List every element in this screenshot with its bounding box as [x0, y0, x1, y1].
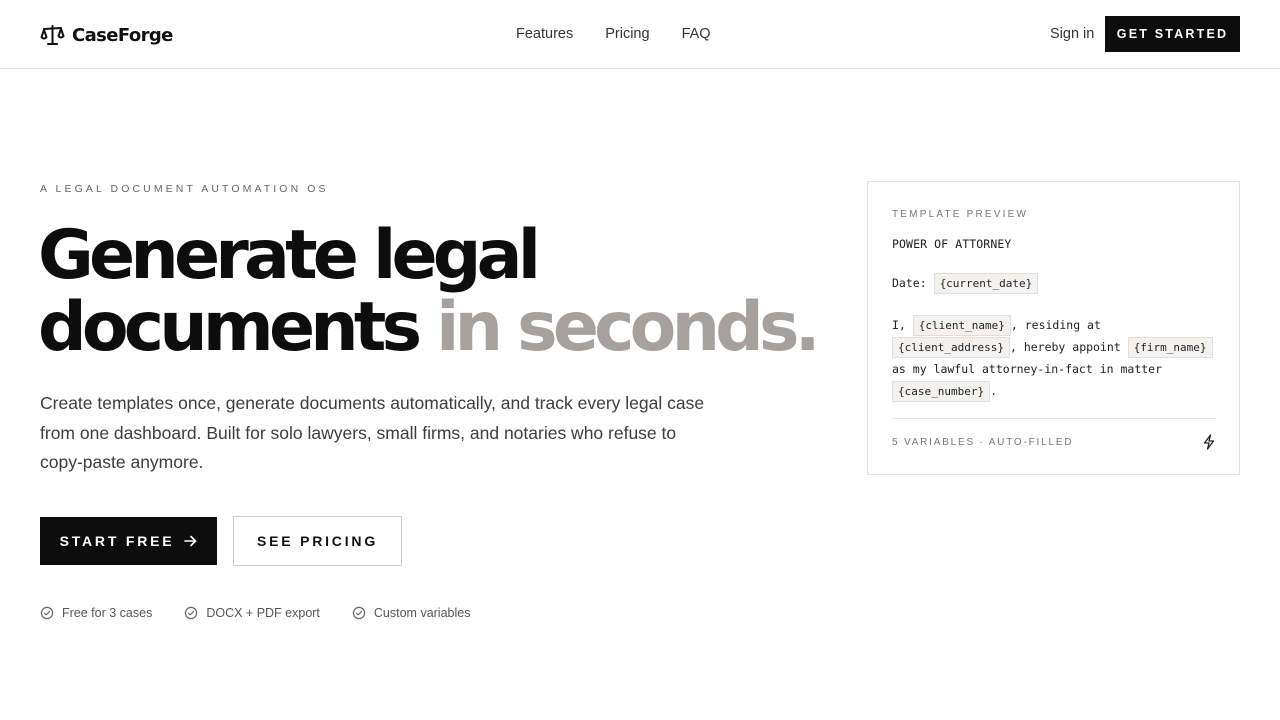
document-body: I, {client_name}, residing at {client_ad… [892, 314, 1222, 402]
hero-headline: Generate legal documents in seconds. [38, 220, 821, 367]
start-free-label: START FREE [59, 533, 175, 549]
body-text: . [990, 384, 998, 398]
body-text: , hereby appoint [1009, 340, 1121, 354]
sign-in-link[interactable]: Sign in [1050, 25, 1094, 43]
variable-chip-client-name: {client_name} [912, 315, 1011, 336]
feature-label: DOCX + PDF export [206, 606, 320, 620]
body-text: I, [892, 318, 906, 332]
feature-item: Free for 3 cases [40, 606, 152, 620]
variable-chip-current-date: {current_date} [933, 273, 1039, 294]
template-preview-card: TEMPLATE PREVIEW POWER OF ATTORNEY Date:… [867, 181, 1240, 475]
site-header: CaseForge Features Pricing FAQ Sign in G… [0, 0, 1280, 69]
nav-link-pricing[interactable]: Pricing [605, 25, 649, 43]
start-free-button[interactable]: START FREE [40, 517, 217, 565]
headline-line-2-muted: in seconds. [436, 288, 820, 367]
preview-label: TEMPLATE PREVIEW [892, 209, 1029, 220]
headline-line-1: Generate legal [38, 216, 541, 295]
hero-subtitle: Create templates once, generate document… [40, 393, 705, 472]
body-text: , residing at [1010, 318, 1101, 332]
check-circle-icon [352, 606, 366, 620]
see-pricing-button[interactable]: SEE PRICING [233, 516, 402, 566]
date-label: Date: [892, 276, 927, 290]
hero-eyebrow: A LEGAL DOCUMENT AUTOMATION OS [40, 183, 329, 195]
feature-label: Custom variables [373, 606, 471, 620]
body-text: as my lawful attorney-in-fact in matter [892, 362, 1163, 376]
preview-footer: 5 VARIABLES · AUTO-FILLED [892, 437, 1074, 448]
brand-logo[interactable]: CaseForge [40, 22, 173, 48]
variable-chip-client-address: {client_address} [892, 337, 1010, 358]
feature-label: Free for 3 cases [62, 606, 153, 620]
feature-list: Free for 3 cases DOCX + PDF export Custo… [40, 606, 470, 620]
check-circle-icon [185, 606, 198, 620]
arrow-right-icon [184, 535, 197, 547]
card-divider [892, 418, 1216, 419]
nav-link-features[interactable]: Features [516, 25, 573, 43]
feature-item: Custom variables [352, 606, 471, 620]
variable-chip-firm-name: {firm_name} [1127, 337, 1213, 358]
lightning-bolt-icon [1203, 434, 1215, 450]
feature-item: DOCX + PDF export [184, 606, 320, 620]
main-nav: Features Pricing FAQ [516, 25, 711, 43]
get-started-button[interactable]: GET STARTED [1105, 16, 1240, 52]
brand-name: CaseForge [72, 24, 173, 46]
nav-link-faq[interactable]: FAQ [682, 25, 711, 43]
document-title: POWER OF ATTORNEY [892, 237, 1012, 251]
document-date-line: Date: {current_date} [892, 273, 1039, 294]
variable-chip-case-number: {case_number} [892, 381, 991, 402]
headline-line-2-dark: documents [38, 288, 422, 367]
check-circle-icon [40, 606, 54, 620]
scales-icon [40, 25, 65, 45]
